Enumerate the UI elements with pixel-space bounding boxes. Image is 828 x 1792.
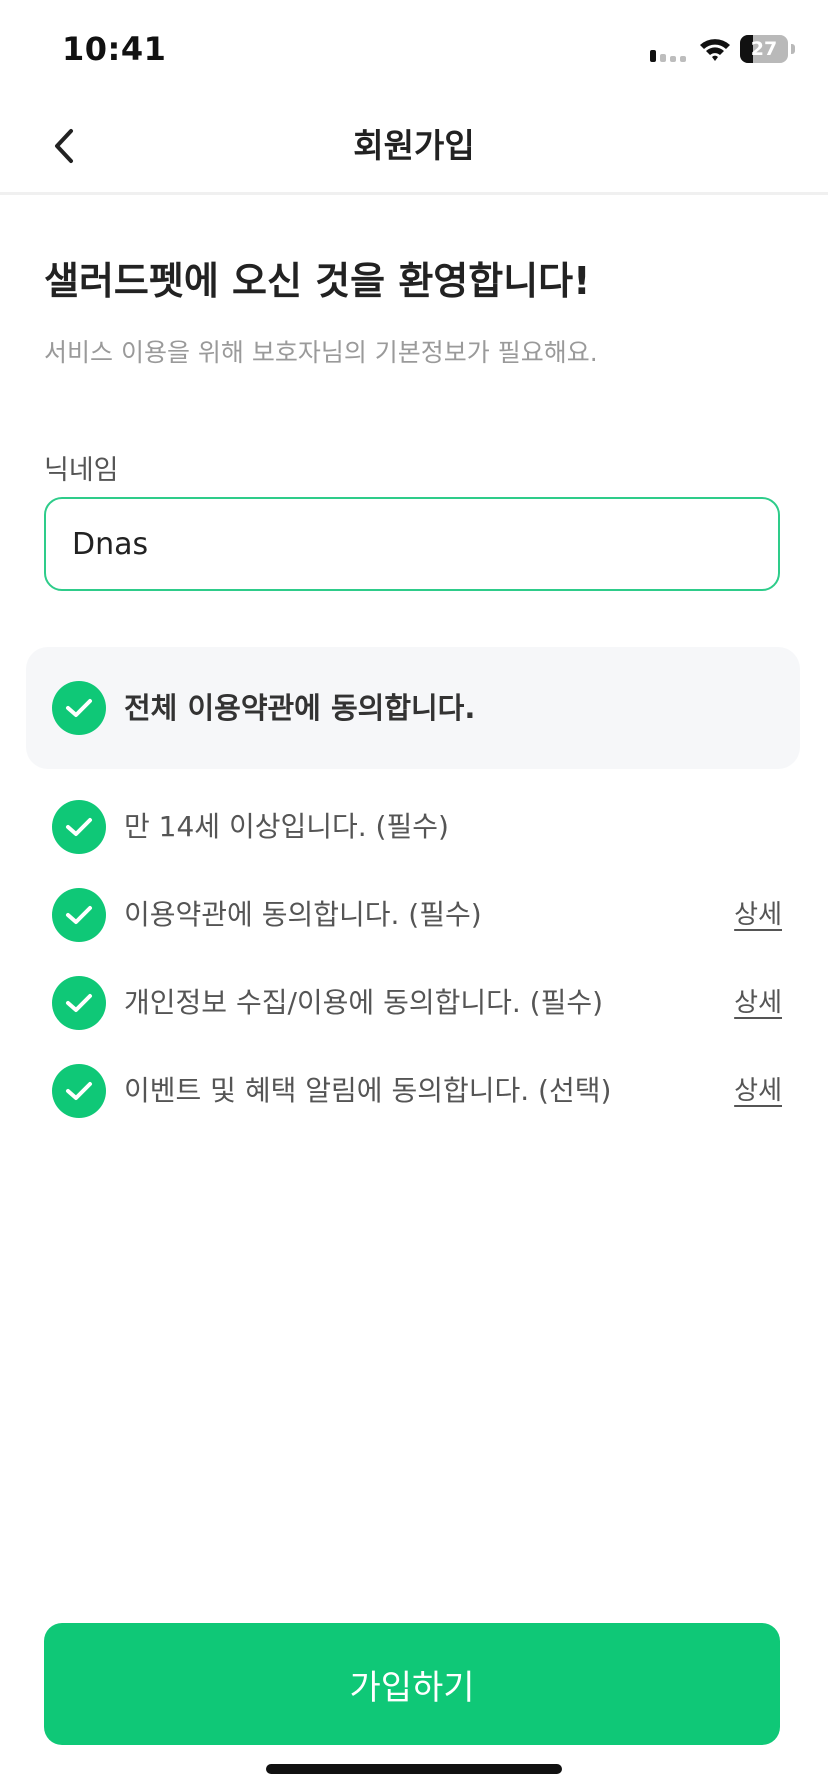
- check-icon: [66, 906, 92, 924]
- check-icon: [66, 1082, 92, 1100]
- agree-item-privacy: 개인정보 수집/이용에 동의합니다. (필수) 상세: [52, 973, 782, 1033]
- nav-bar: 회원가입: [0, 100, 828, 195]
- chevron-left-icon: [55, 129, 73, 163]
- status-bar: 10:41 27: [0, 0, 828, 100]
- back-button[interactable]: [36, 118, 92, 174]
- battery-level: 27: [750, 38, 778, 60]
- agree-item-label: 이벤트 및 혜택 알림에 동의합니다. (선택): [124, 1074, 612, 1107]
- agree-item-label: 이용약관에 동의합니다. (필수): [124, 898, 482, 931]
- home-indicator: [266, 1764, 562, 1774]
- welcome-title: 샐러드펫에 오신 것을 환영합니다!: [44, 259, 591, 303]
- status-time: 10:41: [62, 30, 167, 68]
- agree-item-marketing: 이벤트 및 혜택 알림에 동의합니다. (선택) 상세: [52, 1061, 782, 1121]
- page-title: 회원가입: [353, 126, 475, 165]
- agree-all-label: 전체 이용약관에 동의합니다.: [124, 691, 476, 725]
- signup-submit-button[interactable]: 가입하기: [44, 1623, 780, 1745]
- agree-age-checkbox[interactable]: [52, 800, 106, 854]
- cellular-signal-icon: [650, 50, 686, 62]
- check-icon: [66, 699, 92, 717]
- check-icon: [66, 994, 92, 1012]
- privacy-detail-link[interactable]: 상세: [734, 973, 782, 1033]
- terms-detail-link[interactable]: 상세: [734, 885, 782, 945]
- check-icon: [66, 818, 92, 836]
- agree-item-terms: 이용약관에 동의합니다. (필수) 상세: [52, 885, 782, 945]
- agree-all-checkbox[interactable]: 전체 이용약관에 동의합니다.: [26, 647, 800, 769]
- agree-terms-checkbox[interactable]: [52, 888, 106, 942]
- welcome-subtitle: 서비스 이용을 위해 보호자님의 기본정보가 필요해요.: [44, 338, 598, 367]
- agree-item-age: 만 14세 이상입니다. (필수): [52, 797, 782, 857]
- battery-icon: 27: [740, 35, 796, 63]
- check-circle-icon: [52, 681, 106, 735]
- agree-item-label: 개인정보 수집/이용에 동의합니다. (필수): [124, 986, 604, 1019]
- nickname-label: 닉네임: [44, 455, 119, 486]
- wifi-icon: [700, 39, 730, 61]
- agree-item-label: 만 14세 이상입니다. (필수): [124, 810, 449, 843]
- marketing-detail-link[interactable]: 상세: [734, 1061, 782, 1121]
- agree-privacy-checkbox[interactable]: [52, 976, 106, 1030]
- agree-marketing-checkbox[interactable]: [52, 1064, 106, 1118]
- nickname-input[interactable]: [44, 497, 780, 591]
